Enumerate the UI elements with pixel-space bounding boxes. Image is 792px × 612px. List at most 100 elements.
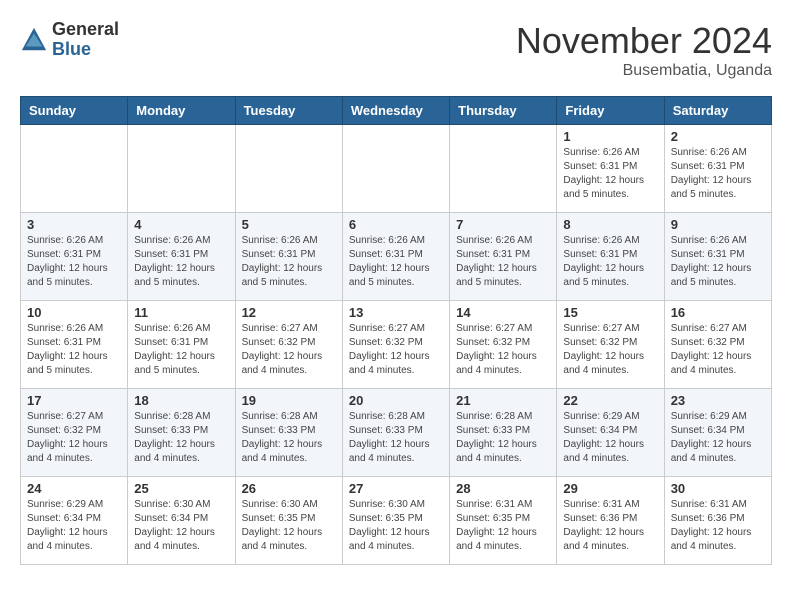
day-info: Sunrise: 6:27 AM Sunset: 6:32 PM Dayligh… [242, 322, 336, 378]
calendar-day-cell: 13 Sunrise: 6:27 AM Sunset: 6:32 PM Dayli… [342, 301, 449, 389]
calendar-day-cell: 1 Sunrise: 6:26 AM Sunset: 6:31 PM Daylig… [557, 125, 664, 213]
calendar-day-cell: 21 Sunrise: 6:28 AM Sunset: 6:33 PM Dayli… [450, 389, 557, 477]
calendar-day-cell: 9Sunrise: 6:26 AM Sunset: 6:31 PM Daylig… [664, 213, 771, 301]
day-number: 5 [242, 217, 336, 232]
calendar-day-cell [21, 125, 128, 213]
page-header: General Blue November 2024 Busembatia, U… [20, 20, 772, 80]
calendar-day-cell: 5 Sunrise: 6:26 AM Sunset: 6:31 PM Daylig… [235, 213, 342, 301]
calendar-day-cell: 17 Sunrise: 6:27 AM Sunset: 6:32 PM Dayli… [21, 389, 128, 477]
day-number: 14 [456, 305, 550, 320]
calendar-day-cell: 16 Sunrise: 6:27 AM Sunset: 6:32 PM Dayli… [664, 301, 771, 389]
day-info: Sunrise: 6:29 AM Sunset: 6:34 PM Dayligh… [671, 410, 765, 466]
day-info: Sunrise: 6:28 AM Sunset: 6:33 PM Dayligh… [349, 410, 443, 466]
day-info: Sunrise: 6:26 AM Sunset: 6:31 PM Dayligh… [242, 234, 336, 290]
day-number: 15 [563, 305, 657, 320]
calendar-day-cell: 18 Sunrise: 6:28 AM Sunset: 6:33 PM Dayli… [128, 389, 235, 477]
day-number: 13 [349, 305, 443, 320]
calendar-day-cell [235, 125, 342, 213]
day-info: Sunrise: 6:31 AM Sunset: 6:36 PM Dayligh… [563, 498, 657, 554]
calendar-day-cell: 23Sunrise: 6:29 AM Sunset: 6:34 PM Dayli… [664, 389, 771, 477]
day-number: 26 [242, 481, 336, 496]
day-info: Sunrise: 6:26 AM Sunset: 6:31 PM Dayligh… [563, 146, 657, 202]
calendar-day-cell: 27 Sunrise: 6:30 AM Sunset: 6:35 PM Dayli… [342, 477, 449, 565]
calendar-day-cell: 30Sunrise: 6:31 AM Sunset: 6:36 PM Dayli… [664, 477, 771, 565]
calendar-day-cell: 15 Sunrise: 6:27 AM Sunset: 6:32 PM Dayli… [557, 301, 664, 389]
day-number: 11 [134, 305, 228, 320]
day-info: Sunrise: 6:29 AM Sunset: 6:34 PM Dayligh… [563, 410, 657, 466]
logo-general: General [52, 20, 119, 40]
day-info: Sunrise: 6:28 AM Sunset: 6:33 PM Dayligh… [456, 410, 550, 466]
day-number: 8 [563, 217, 657, 232]
calendar-weekday-header: Monday [128, 97, 235, 125]
calendar-week-row: 3 Sunrise: 6:26 AM Sunset: 6:31 PM Daylig… [21, 213, 772, 301]
calendar-day-cell: 10 Sunrise: 6:26 AM Sunset: 6:31 PM Dayli… [21, 301, 128, 389]
day-number: 3 [27, 217, 121, 232]
calendar-weekday-header: Thursday [450, 97, 557, 125]
day-number: 22 [563, 393, 657, 408]
day-info: Sunrise: 6:26 AM Sunset: 6:31 PM Dayligh… [27, 234, 121, 290]
day-number: 19 [242, 393, 336, 408]
month-title: November 2024 [516, 20, 772, 62]
calendar-day-cell: 12Sunrise: 6:27 AM Sunset: 6:32 PM Dayli… [235, 301, 342, 389]
calendar-week-row: 24Sunrise: 6:29 AM Sunset: 6:34 PM Dayli… [21, 477, 772, 565]
day-info: Sunrise: 6:27 AM Sunset: 6:32 PM Dayligh… [671, 322, 765, 378]
day-info: Sunrise: 6:28 AM Sunset: 6:33 PM Dayligh… [242, 410, 336, 466]
calendar-day-cell: 25 Sunrise: 6:30 AM Sunset: 6:34 PM Dayli… [128, 477, 235, 565]
day-info: Sunrise: 6:27 AM Sunset: 6:32 PM Dayligh… [349, 322, 443, 378]
calendar-weekday-header: Saturday [664, 97, 771, 125]
day-info: Sunrise: 6:27 AM Sunset: 6:32 PM Dayligh… [563, 322, 657, 378]
calendar-day-cell: 4 Sunrise: 6:26 AM Sunset: 6:31 PM Daylig… [128, 213, 235, 301]
day-info: Sunrise: 6:26 AM Sunset: 6:31 PM Dayligh… [671, 234, 765, 290]
day-info: Sunrise: 6:30 AM Sunset: 6:34 PM Dayligh… [134, 498, 228, 554]
day-info: Sunrise: 6:26 AM Sunset: 6:31 PM Dayligh… [349, 234, 443, 290]
day-number: 18 [134, 393, 228, 408]
location-subtitle: Busembatia, Uganda [516, 62, 772, 80]
calendar-day-cell: 11 Sunrise: 6:26 AM Sunset: 6:31 PM Dayli… [128, 301, 235, 389]
day-number: 1 [563, 129, 657, 144]
calendar-week-row: 1 Sunrise: 6:26 AM Sunset: 6:31 PM Daylig… [21, 125, 772, 213]
calendar-day-cell: 8 Sunrise: 6:26 AM Sunset: 6:31 PM Daylig… [557, 213, 664, 301]
calendar-day-cell [450, 125, 557, 213]
day-number: 28 [456, 481, 550, 496]
day-info: Sunrise: 6:26 AM Sunset: 6:31 PM Dayligh… [456, 234, 550, 290]
day-number: 24 [27, 481, 121, 496]
calendar-weekday-header: Friday [557, 97, 664, 125]
calendar-weekday-header: Wednesday [342, 97, 449, 125]
day-number: 4 [134, 217, 228, 232]
calendar-day-cell: 29 Sunrise: 6:31 AM Sunset: 6:36 PM Dayli… [557, 477, 664, 565]
day-info: Sunrise: 6:27 AM Sunset: 6:32 PM Dayligh… [27, 410, 121, 466]
calendar-header-row: SundayMondayTuesdayWednesdayThursdayFrid… [21, 97, 772, 125]
day-info: Sunrise: 6:26 AM Sunset: 6:31 PM Dayligh… [563, 234, 657, 290]
logo-blue: Blue [52, 40, 119, 60]
day-number: 6 [349, 217, 443, 232]
day-number: 29 [563, 481, 657, 496]
day-number: 2 [671, 129, 765, 144]
day-number: 21 [456, 393, 550, 408]
day-info: Sunrise: 6:26 AM Sunset: 6:31 PM Dayligh… [134, 322, 228, 378]
day-number: 30 [671, 481, 765, 496]
logo-text: General Blue [52, 20, 119, 60]
calendar-day-cell: 7Sunrise: 6:26 AM Sunset: 6:31 PM Daylig… [450, 213, 557, 301]
day-info: Sunrise: 6:28 AM Sunset: 6:33 PM Dayligh… [134, 410, 228, 466]
day-info: Sunrise: 6:26 AM Sunset: 6:31 PM Dayligh… [27, 322, 121, 378]
calendar-day-cell: 26Sunrise: 6:30 AM Sunset: 6:35 PM Dayli… [235, 477, 342, 565]
day-info: Sunrise: 6:26 AM Sunset: 6:31 PM Dayligh… [671, 146, 765, 202]
title-block: November 2024 Busembatia, Uganda [516, 20, 772, 80]
day-info: Sunrise: 6:26 AM Sunset: 6:31 PM Dayligh… [134, 234, 228, 290]
day-number: 25 [134, 481, 228, 496]
calendar-week-row: 10 Sunrise: 6:26 AM Sunset: 6:31 PM Dayli… [21, 301, 772, 389]
calendar-day-cell: 22 Sunrise: 6:29 AM Sunset: 6:34 PM Dayli… [557, 389, 664, 477]
day-info: Sunrise: 6:30 AM Sunset: 6:35 PM Dayligh… [349, 498, 443, 554]
day-number: 10 [27, 305, 121, 320]
day-number: 17 [27, 393, 121, 408]
calendar-day-cell: 24Sunrise: 6:29 AM Sunset: 6:34 PM Dayli… [21, 477, 128, 565]
day-number: 20 [349, 393, 443, 408]
calendar-day-cell: 20 Sunrise: 6:28 AM Sunset: 6:33 PM Dayli… [342, 389, 449, 477]
day-number: 16 [671, 305, 765, 320]
calendar-table: SundayMondayTuesdayWednesdayThursdayFrid… [20, 96, 772, 565]
day-number: 27 [349, 481, 443, 496]
calendar-day-cell [128, 125, 235, 213]
calendar-day-cell: 3 Sunrise: 6:26 AM Sunset: 6:31 PM Daylig… [21, 213, 128, 301]
logo: General Blue [20, 20, 119, 60]
calendar-weekday-header: Sunday [21, 97, 128, 125]
